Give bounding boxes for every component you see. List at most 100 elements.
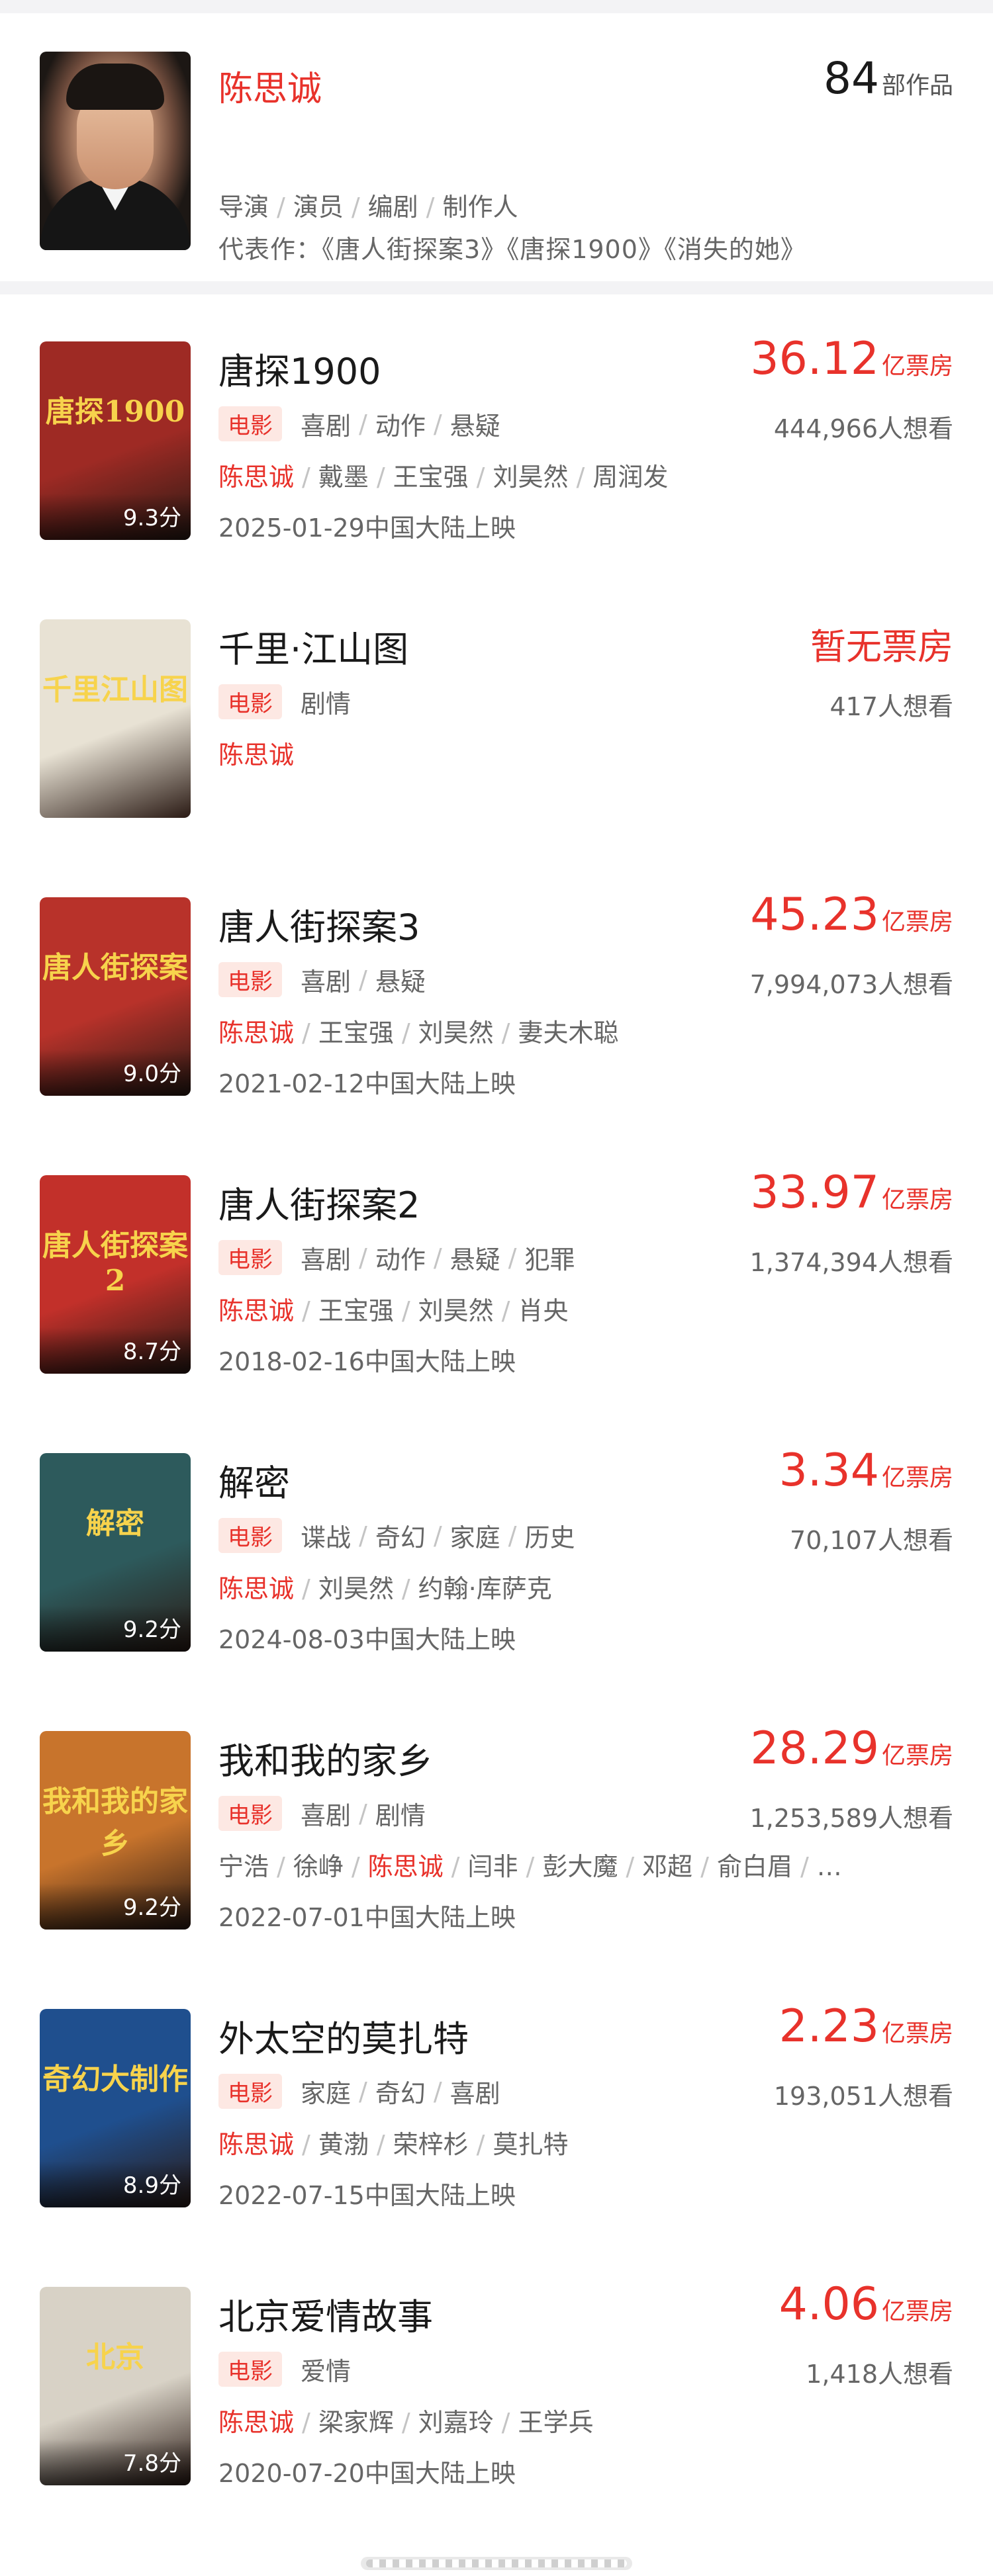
box-office: 28.29 亿票房: [750, 1722, 953, 1775]
movie-title[interactable]: 唐人街探案3: [218, 898, 420, 950]
cast-member[interactable]: 陈思诚: [218, 1574, 294, 1603]
cast-member[interactable]: 王宝强: [393, 463, 469, 492]
movie-title[interactable]: 我和我的家乡: [218, 1732, 433, 1784]
box-office: 3.34 亿票房: [779, 1444, 953, 1497]
cast-member[interactable]: 陈思诚: [218, 2408, 294, 2437]
poster-title-text: 唐人街探案: [42, 951, 188, 985]
rating-score: 9.3分: [122, 505, 181, 531]
movie-title[interactable]: 唐探1900: [218, 342, 381, 394]
avatar[interactable]: [40, 52, 191, 250]
rating-score: 9.0分: [122, 1061, 181, 1087]
cast-member[interactable]: 邓超: [642, 1852, 692, 1881]
box-office-value: 28.29: [750, 1722, 879, 1775]
poster-title-text: 唐探1900: [45, 395, 185, 429]
movie-poster[interactable]: 解密 9.2分: [40, 1453, 191, 1652]
movie-item[interactable]: 奇幻大制作 8.9分 外太空的莫扎特 2.23 亿票房 电影 家庭 / 奇幻 / 喜剧 193,051…: [0, 1962, 993, 2240]
cast-member[interactable]: 刘嘉玲: [418, 2408, 494, 2437]
cast-member[interactable]: 戴墨: [318, 463, 369, 492]
cast-member[interactable]: 陈思诚: [218, 1296, 294, 1325]
cast-member[interactable]: 刘昊然: [318, 1574, 394, 1603]
genre: 谍战: [301, 1523, 352, 1552]
genre: 悬疑: [449, 1245, 500, 1274]
cast-member[interactable]: 王宝强: [318, 1018, 394, 1047]
movie-meta: 电影 喜剧 / 动作 / 悬疑: [218, 406, 500, 442]
type-tag: 电影: [218, 2352, 282, 2387]
movie-title[interactable]: 北京爱情故事: [218, 2287, 433, 2340]
scrollbar-thumb[interactable]: [366, 2559, 627, 2567]
cast-member[interactable]: 刘昊然: [493, 463, 568, 492]
release-date: 2025-01-29中国大陆上映: [218, 513, 516, 543]
cast-member[interactable]: 妻夫木聪: [518, 1018, 618, 1047]
cast-member[interactable]: 黄渤: [318, 2130, 369, 2159]
movie-list: 唐探1900 9.3分 唐探1900 36.12 亿票房 电影 喜剧 / 动作 / 悬疑 444,96…: [0, 294, 993, 2518]
box-office-unit: 亿票房: [881, 353, 953, 380]
movie-poster[interactable]: 北京 7.8分: [40, 2287, 191, 2485]
movie-item[interactable]: 唐探1900 9.3分 唐探1900 36.12 亿票房 电影 喜剧 / 动作 / 悬疑 444,96…: [0, 294, 993, 572]
horizontal-scrollbar[interactable]: [361, 2557, 632, 2570]
cast-list: 陈思诚 / 王宝强 / 刘昊然 / 妻夫木聪: [218, 1018, 619, 1047]
box-office-unit: 亿票房: [881, 909, 953, 936]
rating-score: 9.2分: [122, 1617, 181, 1643]
movie-poster[interactable]: 奇幻大制作 8.9分: [40, 2009, 191, 2207]
cast-member[interactable]: 莫扎特: [493, 2130, 568, 2159]
section-divider: [0, 281, 993, 294]
genre: 喜剧: [301, 1245, 352, 1274]
person-name: 陈思诚: [218, 69, 322, 109]
movie-poster[interactable]: 千里江山图: [40, 619, 191, 818]
cast-member[interactable]: 约翰·库萨克: [418, 1574, 552, 1603]
cast-member[interactable]: 陈思诚: [218, 463, 294, 492]
cast-member[interactable]: 闫非: [467, 1852, 518, 1881]
box-office-value: 3.34: [779, 1444, 879, 1497]
person-header[interactable]: 陈思诚 84 部作品 导演 / 演员 / 编剧 / 制作人 代表作：《唐人街探案3》《唐探19…: [0, 13, 993, 281]
cast-member[interactable]: 宁浩: [218, 1852, 269, 1881]
genre: 剧情: [301, 689, 352, 719]
cast-member[interactable]: 刘昊然: [418, 1296, 494, 1325]
works-count-number: 84: [824, 53, 879, 104]
movie-poster[interactable]: 唐探1900 9.3分: [40, 341, 191, 540]
cast-member[interactable]: 周润发: [592, 463, 668, 492]
cast-member[interactable]: 王学兵: [518, 2408, 593, 2437]
cast-member[interactable]: 徐峥: [293, 1852, 344, 1881]
want-to-see-count: 417人想看: [829, 692, 953, 721]
box-office: 45.23 亿票房: [750, 889, 953, 941]
movie-title[interactable]: 千里·江山图: [218, 620, 408, 672]
genre: 历史: [524, 1523, 575, 1552]
type-tag: 电影: [218, 684, 282, 719]
cast-member[interactable]: 彭大魔: [542, 1852, 618, 1881]
representative-works: 代表作：《唐人街探案3》《唐探1900》《消失的她》: [218, 229, 806, 265]
cast-member[interactable]: 陈思诚: [218, 2130, 294, 2159]
want-to-see-count: 70,107人想看: [790, 1526, 953, 1555]
poster-title-text: 千里江山图: [42, 673, 188, 707]
movie-poster[interactable]: 唐人街探案 9.0分: [40, 897, 191, 1096]
movie-item[interactable]: 我和我的家乡 9.2分 我和我的家乡 28.29 亿票房 电影 喜剧 / 剧情 1,253,589…: [0, 1684, 993, 1962]
cast-member[interactable]: 俞白眉: [717, 1852, 792, 1881]
movie-title[interactable]: 解密: [218, 1454, 290, 1506]
movie-item[interactable]: 唐人街探案 9.0分 唐人街探案3 45.23 亿票房 电影 喜剧 / 悬疑 7,994,073人…: [0, 850, 993, 1128]
poster-title-text: 唐人街探案2: [42, 1229, 188, 1298]
cast-member[interactable]: 王宝强: [318, 1296, 394, 1325]
cast-member[interactable]: 陈思诚: [218, 740, 294, 770]
box-office-unit: 亿票房: [881, 2020, 953, 2047]
movie-item[interactable]: 北京 7.8分 北京爱情故事 4.06 亿票房 电影 爱情 1,418人想看 陈思诚 / 梁家辉 / 刘…: [0, 2240, 993, 2518]
movie-item[interactable]: 千里江山图 千里·江山图 暂无票房 电影 剧情 417人想看 陈思诚: [0, 572, 993, 850]
cast-member[interactable]: 荣梓杉: [393, 2130, 469, 2159]
want-to-see-count: 444,966人想看: [773, 414, 953, 443]
movie-item[interactable]: 解密 9.2分 解密 3.34 亿票房 电影 谍战 / 奇幻 / 家庭 / 历史 70,107人想看 陈思诚…: [0, 1406, 993, 1684]
genre: 动作: [375, 1245, 426, 1274]
want-to-see-count: 1,253,589人想看: [749, 1804, 953, 1833]
cast-member[interactable]: 陈思诚: [218, 1018, 294, 1047]
cast-member[interactable]: 陈思诚: [368, 1852, 444, 1881]
movie-poster[interactable]: 唐人街探案2 8.7分: [40, 1175, 191, 1374]
cast-member[interactable]: 梁家辉: [318, 2408, 394, 2437]
cast-member[interactable]: …: [817, 1852, 842, 1881]
movie-title[interactable]: 唐人街探案2: [218, 1176, 420, 1228]
movie-poster[interactable]: 我和我的家乡 9.2分: [40, 1731, 191, 1930]
cast-member[interactable]: 刘昊然: [418, 1018, 494, 1047]
movie-title[interactable]: 外太空的莫扎特: [218, 2010, 469, 2062]
cast-member[interactable]: 肖央: [518, 1296, 568, 1325]
genre: 悬疑: [449, 412, 500, 441]
type-tag: 电影: [218, 406, 282, 441]
movie-item[interactable]: 唐人街探案2 8.7分 唐人街探案2 33.97 亿票房 电影 喜剧 / 动作 / 悬疑 / 犯罪 1,3…: [0, 1128, 993, 1406]
release-date: 2020-07-20中国大陆上映: [218, 2459, 516, 2488]
box-office-unit: 亿票房: [881, 2298, 953, 2325]
